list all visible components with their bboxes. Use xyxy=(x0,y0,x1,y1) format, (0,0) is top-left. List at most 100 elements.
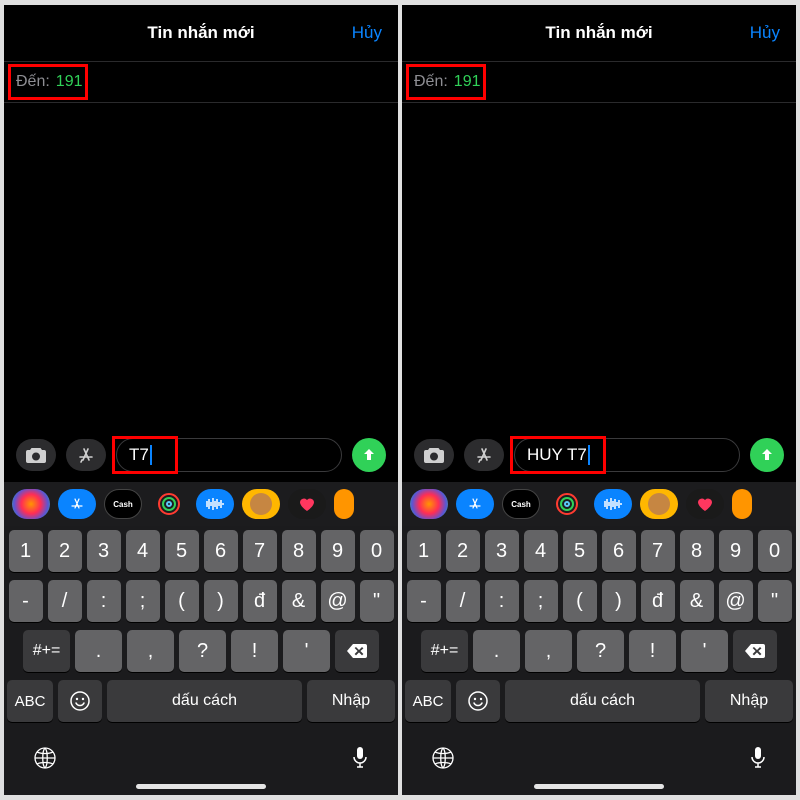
key-9[interactable]: 9 xyxy=(321,530,355,572)
key-8[interactable]: 8 xyxy=(680,530,714,572)
keyboard-row-4: ABC dấu cách Nhập xyxy=(7,680,395,722)
key-abc[interactable]: ABC xyxy=(7,680,53,722)
key-at[interactable]: @ xyxy=(321,580,355,622)
key-symbols-shift[interactable]: #+= xyxy=(421,630,468,672)
key-lparen[interactable]: ( xyxy=(165,580,199,622)
key-0[interactable]: 0 xyxy=(360,530,394,572)
key-4[interactable]: 4 xyxy=(126,530,160,572)
key-2[interactable]: 2 xyxy=(446,530,480,572)
to-field-row[interactable]: Đến: 191 xyxy=(402,61,796,103)
camera-button[interactable] xyxy=(16,439,56,471)
appstore-app-icon[interactable] xyxy=(456,489,494,519)
key-delete[interactable] xyxy=(733,630,777,672)
key-at[interactable]: @ xyxy=(719,580,753,622)
digital-touch-app-icon[interactable] xyxy=(288,489,326,519)
mic-icon[interactable] xyxy=(350,745,370,771)
key-space[interactable]: dấu cách xyxy=(107,680,302,722)
appstore-button[interactable] xyxy=(66,439,106,471)
key-colon[interactable]: : xyxy=(87,580,121,622)
key-quote[interactable]: " xyxy=(758,580,792,622)
key-apostrophe[interactable]: ' xyxy=(283,630,330,672)
cancel-button[interactable]: Hủy xyxy=(352,23,382,43)
globe-icon[interactable] xyxy=(32,745,58,771)
key-7[interactable]: 7 xyxy=(641,530,675,572)
key-apostrophe[interactable]: ' xyxy=(681,630,728,672)
more-apps-icon[interactable] xyxy=(732,489,752,519)
key-comma[interactable]: , xyxy=(127,630,174,672)
key-4[interactable]: 4 xyxy=(524,530,558,572)
key-space[interactable]: dấu cách xyxy=(505,680,700,722)
key-rparen[interactable]: ) xyxy=(204,580,238,622)
key-0[interactable]: 0 xyxy=(758,530,792,572)
key-symbols-shift[interactable]: #+= xyxy=(23,630,70,672)
key-1[interactable]: 1 xyxy=(9,530,43,572)
more-apps-icon[interactable] xyxy=(334,489,354,519)
appstore-app-icon[interactable] xyxy=(58,489,96,519)
key-rparen[interactable]: ) xyxy=(602,580,636,622)
key-quote[interactable]: " xyxy=(360,580,394,622)
keyboard-bottom-bar xyxy=(402,732,796,784)
key-6[interactable]: 6 xyxy=(602,530,636,572)
key-2[interactable]: 2 xyxy=(48,530,82,572)
key-slash[interactable]: / xyxy=(446,580,480,622)
key-return[interactable]: Nhập xyxy=(705,680,793,722)
key-dash[interactable]: - xyxy=(407,580,441,622)
key-return[interactable]: Nhập xyxy=(307,680,395,722)
apple-cash-app-icon[interactable]: Cash xyxy=(502,489,540,519)
compose-bar: T7 xyxy=(4,430,398,482)
message-input[interactable]: T7 xyxy=(116,438,342,472)
key-d-stroke[interactable]: đ xyxy=(243,580,277,622)
key-abc[interactable]: ABC xyxy=(405,680,451,722)
key-period[interactable]: . xyxy=(75,630,122,672)
globe-icon[interactable] xyxy=(430,745,456,771)
key-comma[interactable]: , xyxy=(525,630,572,672)
to-field-row[interactable]: Đến: 191 xyxy=(4,61,398,103)
fitness-app-icon[interactable] xyxy=(548,489,586,519)
key-5[interactable]: 5 xyxy=(165,530,199,572)
key-delete[interactable] xyxy=(335,630,379,672)
memoji-app-icon[interactable] xyxy=(242,489,280,519)
key-exclaim[interactable]: ! xyxy=(231,630,278,672)
apple-cash-app-icon[interactable]: Cash xyxy=(104,489,142,519)
photos-app-icon[interactable] xyxy=(410,489,448,519)
send-button[interactable] xyxy=(352,438,386,472)
key-3[interactable]: 3 xyxy=(485,530,519,572)
key-d-stroke[interactable]: đ xyxy=(641,580,675,622)
key-dash[interactable]: - xyxy=(9,580,43,622)
appstore-icon xyxy=(474,445,494,465)
message-input[interactable]: HUY T7 xyxy=(514,438,740,472)
home-indicator-wrap xyxy=(402,784,796,795)
key-emoji[interactable] xyxy=(456,680,500,722)
key-question[interactable]: ? xyxy=(179,630,226,672)
send-button[interactable] xyxy=(750,438,784,472)
key-7[interactable]: 7 xyxy=(243,530,277,572)
key-9[interactable]: 9 xyxy=(719,530,753,572)
key-semicolon[interactable]: ; xyxy=(126,580,160,622)
camera-button[interactable] xyxy=(414,439,454,471)
key-lparen[interactable]: ( xyxy=(563,580,597,622)
memoji-app-icon[interactable] xyxy=(640,489,678,519)
keyboard-row-1: 1 2 3 4 5 6 7 8 9 0 xyxy=(7,530,395,572)
key-emoji[interactable] xyxy=(58,680,102,722)
key-8[interactable]: 8 xyxy=(282,530,316,572)
key-6[interactable]: 6 xyxy=(204,530,238,572)
audio-message-app-icon[interactable] xyxy=(196,489,234,519)
key-amp[interactable]: & xyxy=(680,580,714,622)
cancel-button[interactable]: Hủy xyxy=(750,23,780,43)
key-1[interactable]: 1 xyxy=(407,530,441,572)
key-amp[interactable]: & xyxy=(282,580,316,622)
key-slash[interactable]: / xyxy=(48,580,82,622)
key-colon[interactable]: : xyxy=(485,580,519,622)
key-5[interactable]: 5 xyxy=(563,530,597,572)
key-period[interactable]: . xyxy=(473,630,520,672)
fitness-app-icon[interactable] xyxy=(150,489,188,519)
key-exclaim[interactable]: ! xyxy=(629,630,676,672)
photos-app-icon[interactable] xyxy=(12,489,50,519)
key-semicolon[interactable]: ; xyxy=(524,580,558,622)
digital-touch-app-icon[interactable] xyxy=(686,489,724,519)
key-3[interactable]: 3 xyxy=(87,530,121,572)
mic-icon[interactable] xyxy=(748,745,768,771)
key-question[interactable]: ? xyxy=(577,630,624,672)
appstore-button[interactable] xyxy=(464,439,504,471)
audio-message-app-icon[interactable] xyxy=(594,489,632,519)
